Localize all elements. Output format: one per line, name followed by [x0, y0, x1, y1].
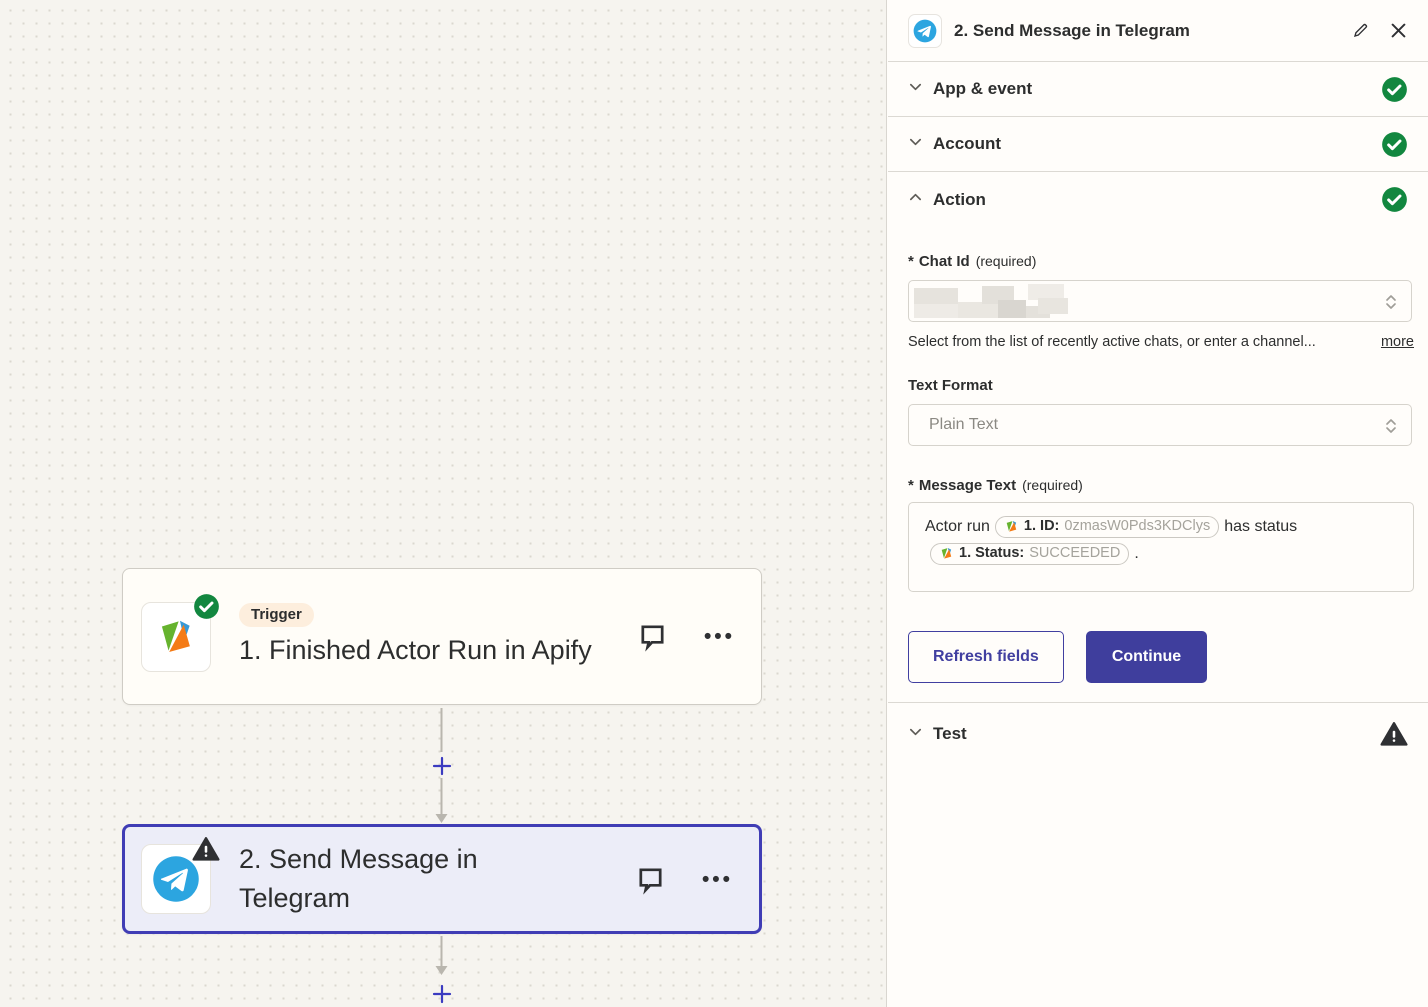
- success-status-icon: [1381, 131, 1408, 158]
- step-settings-panel: 2. Send Message in Telegram App & event: [888, 0, 1428, 1007]
- step-menu-icon[interactable]: •••: [702, 869, 733, 890]
- note-bubble-icon[interactable]: [635, 619, 670, 654]
- select-updown-icon: [1383, 416, 1399, 441]
- success-status-icon: [1381, 186, 1408, 213]
- section-label: Test: [933, 724, 967, 744]
- trigger-badge: Trigger: [239, 603, 314, 627]
- message-text-input[interactable]: Actor run 1. ID:0zmasW0Pds3KDClys has stat…: [908, 502, 1414, 592]
- success-status-icon: [1381, 76, 1408, 103]
- note-bubble-icon[interactable]: [633, 862, 668, 897]
- section-account[interactable]: Account: [888, 117, 1428, 172]
- close-panel-button[interactable]: [1389, 21, 1408, 40]
- panel-title: 2. Send Message in Telegram: [954, 21, 1190, 41]
- section-test[interactable]: Test: [888, 703, 1428, 765]
- message-text-segment: has status: [1224, 518, 1297, 535]
- chat-id-select[interactable]: [908, 280, 1412, 322]
- redacted-value: [910, 282, 1070, 320]
- chevron-down-icon: [908, 79, 923, 99]
- message-text-label: *Message Text(required): [908, 477, 1412, 494]
- section-label: Account: [933, 134, 1001, 154]
- message-text-segment: Actor run: [925, 518, 990, 535]
- chevron-up-icon: [908, 190, 923, 210]
- field-token-id[interactable]: 1. ID:0zmasW0Pds3KDClys: [995, 516, 1219, 538]
- apify-app-tile: [141, 602, 211, 672]
- section-action[interactable]: Action: [888, 172, 1428, 227]
- step-title: 2. Send Message in Telegram: [239, 840, 569, 918]
- text-format-value: Plain Text: [929, 416, 998, 434]
- apify-icon: [154, 615, 198, 659]
- select-updown-icon: [1383, 292, 1399, 317]
- action-form: *Chat Id(required) Select from the list …: [888, 227, 1428, 683]
- section-label: App & event: [933, 79, 1032, 99]
- step-card-trigger[interactable]: Trigger 1. Finished Actor Run in Apify •…: [122, 568, 762, 705]
- telegram-app-tile-small: [908, 14, 942, 48]
- text-format-label: Text Format: [908, 377, 1412, 394]
- warning-status-icon: [1380, 720, 1408, 748]
- text-format-select[interactable]: Plain Text: [908, 404, 1412, 446]
- field-token-status[interactable]: 1. Status:SUCCEEDED: [930, 543, 1129, 565]
- apify-icon: [1004, 519, 1019, 534]
- add-step-button-bottom[interactable]: [429, 981, 455, 1007]
- refresh-fields-button[interactable]: Refresh fields: [908, 631, 1064, 683]
- workflow-canvas[interactable]: Trigger 1. Finished Actor Run in Apify •…: [0, 0, 887, 1007]
- panel-header: 2. Send Message in Telegram: [888, 0, 1428, 62]
- chevron-down-icon: [908, 724, 923, 744]
- apify-icon: [939, 546, 954, 561]
- chat-id-help-text: Select from the list of recently active …: [908, 334, 1316, 350]
- section-app-event[interactable]: App & event: [888, 62, 1428, 117]
- step-menu-icon[interactable]: •••: [704, 626, 735, 647]
- success-badge-icon: [193, 593, 220, 625]
- continue-button[interactable]: Continue: [1086, 631, 1207, 683]
- step-title: 1. Finished Actor Run in Apify: [239, 631, 635, 670]
- chevron-down-icon: [908, 134, 923, 154]
- telegram-app-tile: [141, 844, 211, 914]
- chat-id-label: *Chat Id(required): [908, 253, 1412, 270]
- warning-badge-icon: [192, 835, 220, 868]
- section-label: Action: [933, 190, 986, 210]
- message-text-segment: .: [1134, 545, 1138, 562]
- edit-title-button[interactable]: [1350, 20, 1371, 41]
- step-card-action[interactable]: 2. Send Message in Telegram •••: [122, 824, 762, 934]
- telegram-icon: [912, 18, 938, 44]
- more-link[interactable]: more: [1381, 334, 1414, 350]
- add-step-button-middle[interactable]: [429, 753, 455, 779]
